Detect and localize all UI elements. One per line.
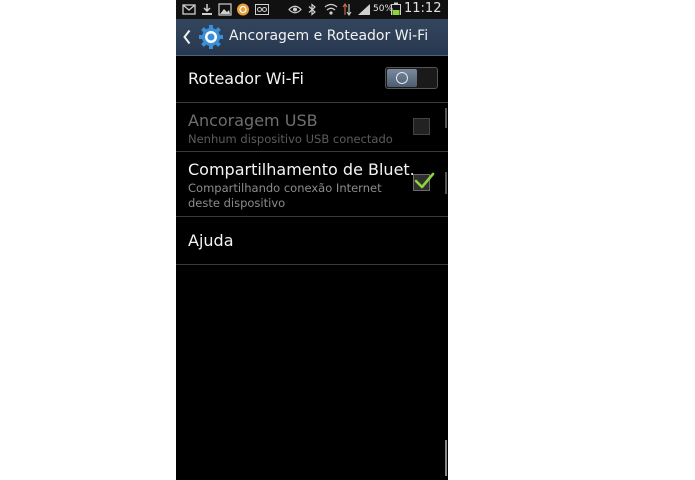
usb-tethering-setting: Ancoragem USB Nenhum dispositivo USB con… [176,103,448,151]
action-bar: Ancoragem e Roteador Wi-Fi [176,19,448,56]
app-notification-icon [237,3,249,16]
help-label: Ajuda [188,231,234,250]
help-setting[interactable]: Ajuda [176,217,448,264]
battery-percent: 50% [373,4,394,14]
page-title: Ancoragem e Roteador Wi-Fi [229,28,429,44]
usb-tethering-summary: Nenhum dispositivo USB conectado [188,132,393,146]
toggle-off-icon [396,72,408,84]
bluetooth-icon [308,3,316,16]
bluetooth-tethering-checkbox[interactable] [413,172,435,191]
bluetooth-tethering-label: Compartilhamento de Bluet. [188,160,415,179]
scroll-indicator [445,108,447,128]
scroll-indicator [445,440,447,476]
bluetooth-tethering-summary: Compartilhando conexão Internet deste di… [188,181,382,210]
voicemail-icon [255,4,269,15]
bluetooth-tethering-setting[interactable]: Compartilhamento de Bluet. Compartilhand… [176,152,448,216]
gallery-icon [218,3,232,16]
usb-tethering-checkbox [413,118,430,135]
wifi-router-toggle[interactable] [385,67,438,89]
signal-strength-icon [358,4,370,15]
toggle-knob [387,69,417,87]
eye-icon [288,5,302,14]
scroll-indicator [445,172,447,194]
status-bar: 50% 11:12 [176,0,448,19]
clock: 11:12 [404,1,442,16]
wifi-hotspot-icon [324,3,338,15]
mail-icon [182,4,196,15]
gear-icon[interactable] [198,24,224,50]
chevron-left-icon[interactable] [183,29,191,45]
phone-screen: 50% 11:12 Ancoragem e Roteador Wi-Fi Rot… [176,0,448,480]
data-transfer-icon [342,3,352,16]
wifi-router-label: Roteador Wi-Fi [188,69,304,88]
check-icon [414,172,435,189]
usb-tethering-label: Ancoragem USB [188,111,318,130]
download-icon [202,4,212,15]
divider [176,264,448,265]
battery-icon [391,2,401,15]
